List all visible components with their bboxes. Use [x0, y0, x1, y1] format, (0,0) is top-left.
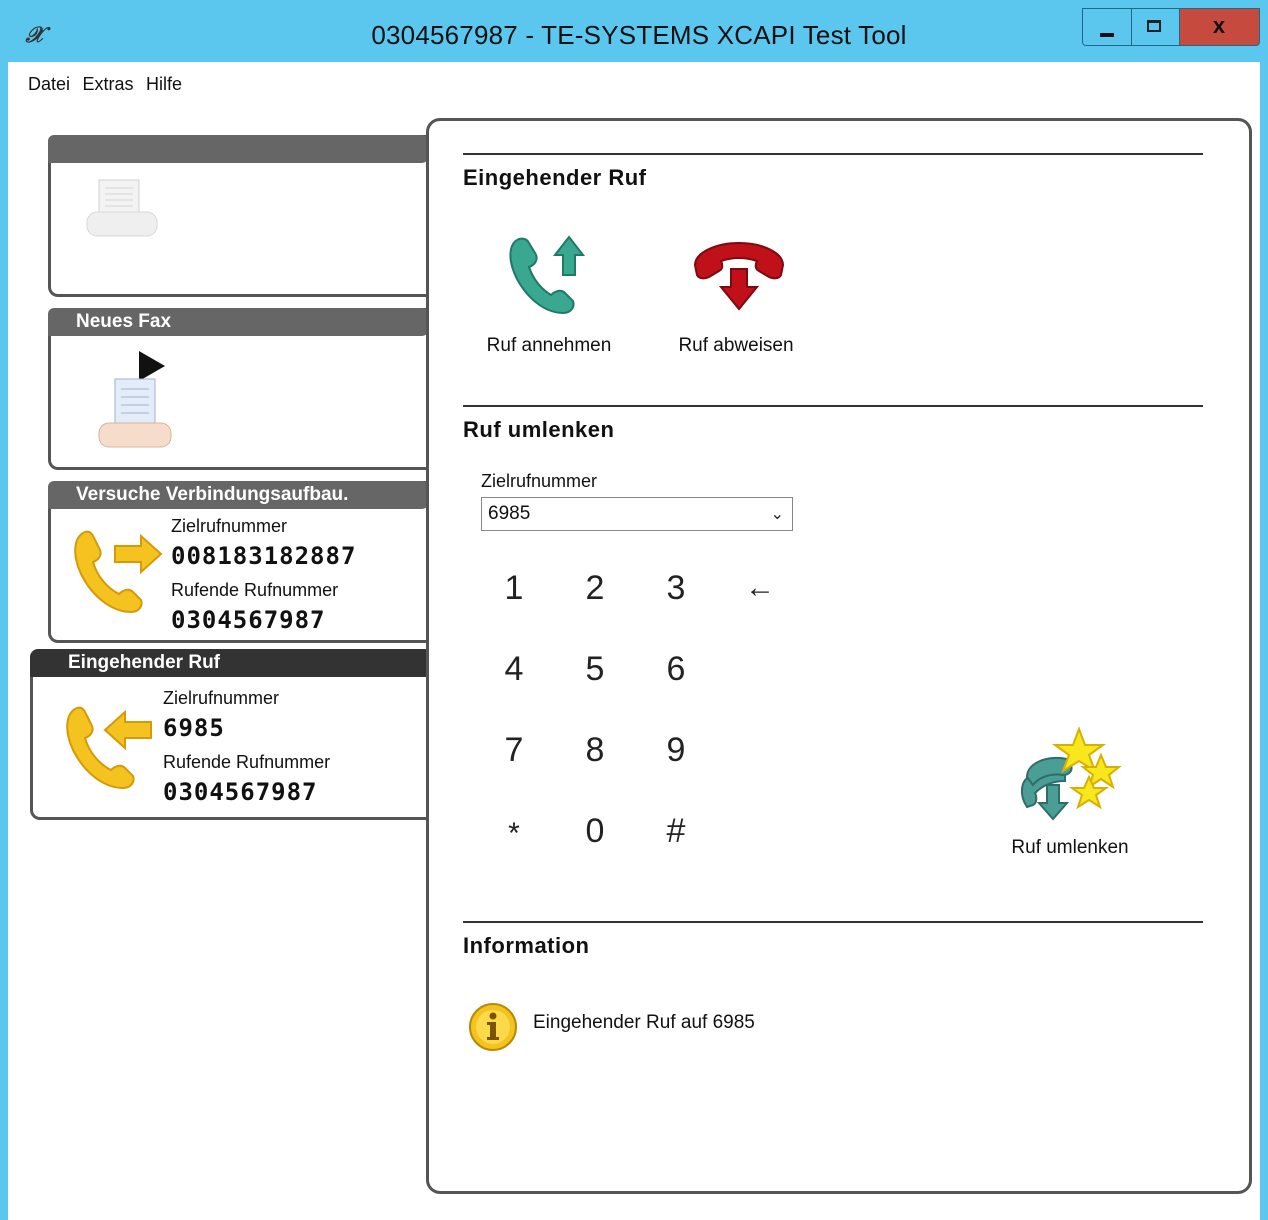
fax-card-header — [48, 135, 431, 163]
redirect-target-combobox[interactable]: 6985 ⌄ — [481, 497, 793, 531]
keypad-key-8[interactable]: 8 — [570, 725, 620, 775]
redirect-call-icon — [1021, 726, 1122, 821]
redirect-call-button[interactable]: Ruf umlenken — [995, 725, 1145, 865]
outgoing-call-card[interactable]: Versuche Verbindungsaufbau. Zielrufnumme… — [48, 481, 431, 643]
incoming-fax-icon — [98, 351, 172, 448]
keypad-key-3[interactable]: 3 — [651, 563, 701, 613]
outgoing-caller-value: 0304567987 — [171, 606, 326, 634]
reject-call-icon — [693, 241, 785, 311]
maximize-icon — [1147, 20, 1161, 32]
new-fax-card-header: Neues Fax — [48, 308, 431, 336]
reject-call-button[interactable]: Ruf abweisen — [661, 231, 811, 361]
redirect-target-value: 6985 — [488, 503, 531, 524]
incoming-call-card[interactable]: Eingehender Ruf Zielrufnummer 6985 Rufen… — [30, 649, 434, 820]
accept-call-label: Ruf annehmen — [486, 335, 612, 356]
keypad-key-6[interactable]: 6 — [651, 644, 701, 694]
keypad-key-1[interactable]: 1 — [489, 563, 539, 613]
menu-datei[interactable]: Datei — [28, 74, 70, 95]
incoming-target-value: 6985 — [163, 714, 225, 742]
client-area: Datei Extras Hilfe Neues Fax Versuche Ve… — [8, 62, 1260, 1220]
minimize-icon — [1100, 33, 1114, 37]
info-icon — [469, 1003, 517, 1051]
divider — [463, 405, 1203, 407]
keypad-key-7[interactable]: 7 — [489, 725, 539, 775]
menu-hilfe[interactable]: Hilfe — [146, 74, 182, 95]
fax-machine-icon — [86, 179, 158, 237]
divider — [463, 921, 1203, 923]
keypad-key-5[interactable]: 5 — [570, 644, 620, 694]
outgoing-target-value: 008183182887 — [171, 542, 357, 570]
chevron-down-icon[interactable]: ⌄ — [771, 504, 784, 524]
close-button[interactable]: x — [1180, 8, 1260, 46]
divider — [463, 153, 1203, 155]
incoming-call-header: Eingehender Ruf — [30, 649, 434, 677]
fax-card[interactable] — [48, 135, 431, 297]
redirect-section-title: Ruf umlenken — [463, 417, 615, 442]
incoming-target-label: Zielrufnummer — [163, 688, 280, 708]
call-detail-panel: Eingehender Ruf Ruf annehmen Ruf abweise… — [426, 118, 1252, 1194]
outgoing-caller-label: Rufende Rufnummer — [171, 580, 339, 600]
incoming-section-title: Eingehender Ruf — [463, 165, 647, 190]
keypad-key-9[interactable]: 9 — [651, 725, 701, 775]
backspace-icon[interactable]: ← — [735, 563, 785, 613]
close-icon: x — [1212, 13, 1226, 38]
outgoing-call-header: Versuche Verbindungsaufbau. — [48, 481, 431, 509]
title-bar: 𝒳 0304567987 - TE-SYSTEMS XCAPI Test Too… — [0, 0, 1268, 62]
keypad-key-2[interactable]: 2 — [570, 563, 620, 613]
redirect-call-label: Ruf umlenken — [1011, 837, 1129, 858]
window-title: 0304567987 - TE-SYSTEMS XCAPI Test Tool — [371, 20, 907, 50]
minimize-button[interactable] — [1082, 8, 1132, 46]
keypad-key-star[interactable]: * — [489, 809, 539, 859]
maximize-button[interactable] — [1132, 8, 1180, 46]
info-message: Eingehender Ruf auf 6985 — [533, 1012, 755, 1033]
accept-call-icon — [509, 235, 586, 315]
new-fax-card[interactable]: Neues Fax — [48, 308, 431, 470]
redirect-target-label: Zielrufnummer — [481, 471, 598, 491]
keypad-key-0[interactable]: 0 — [570, 806, 620, 856]
incoming-caller-label: Rufende Rufnummer — [163, 752, 331, 772]
menu-bar: Datei Extras Hilfe — [8, 74, 182, 100]
information-section-title: Information — [463, 933, 590, 958]
incoming-caller-value: 0304567987 — [163, 778, 318, 806]
outgoing-target-label: Zielrufnummer — [171, 516, 288, 536]
reject-call-label: Ruf abweisen — [678, 335, 794, 356]
outgoing-call-icon — [74, 530, 163, 614]
incoming-call-icon — [66, 706, 152, 790]
keypad-key-hash[interactable]: # — [651, 806, 701, 856]
keypad-key-4[interactable]: 4 — [489, 644, 539, 694]
menu-extras[interactable]: Extras — [82, 74, 133, 95]
accept-call-button[interactable]: Ruf annehmen — [479, 231, 619, 361]
